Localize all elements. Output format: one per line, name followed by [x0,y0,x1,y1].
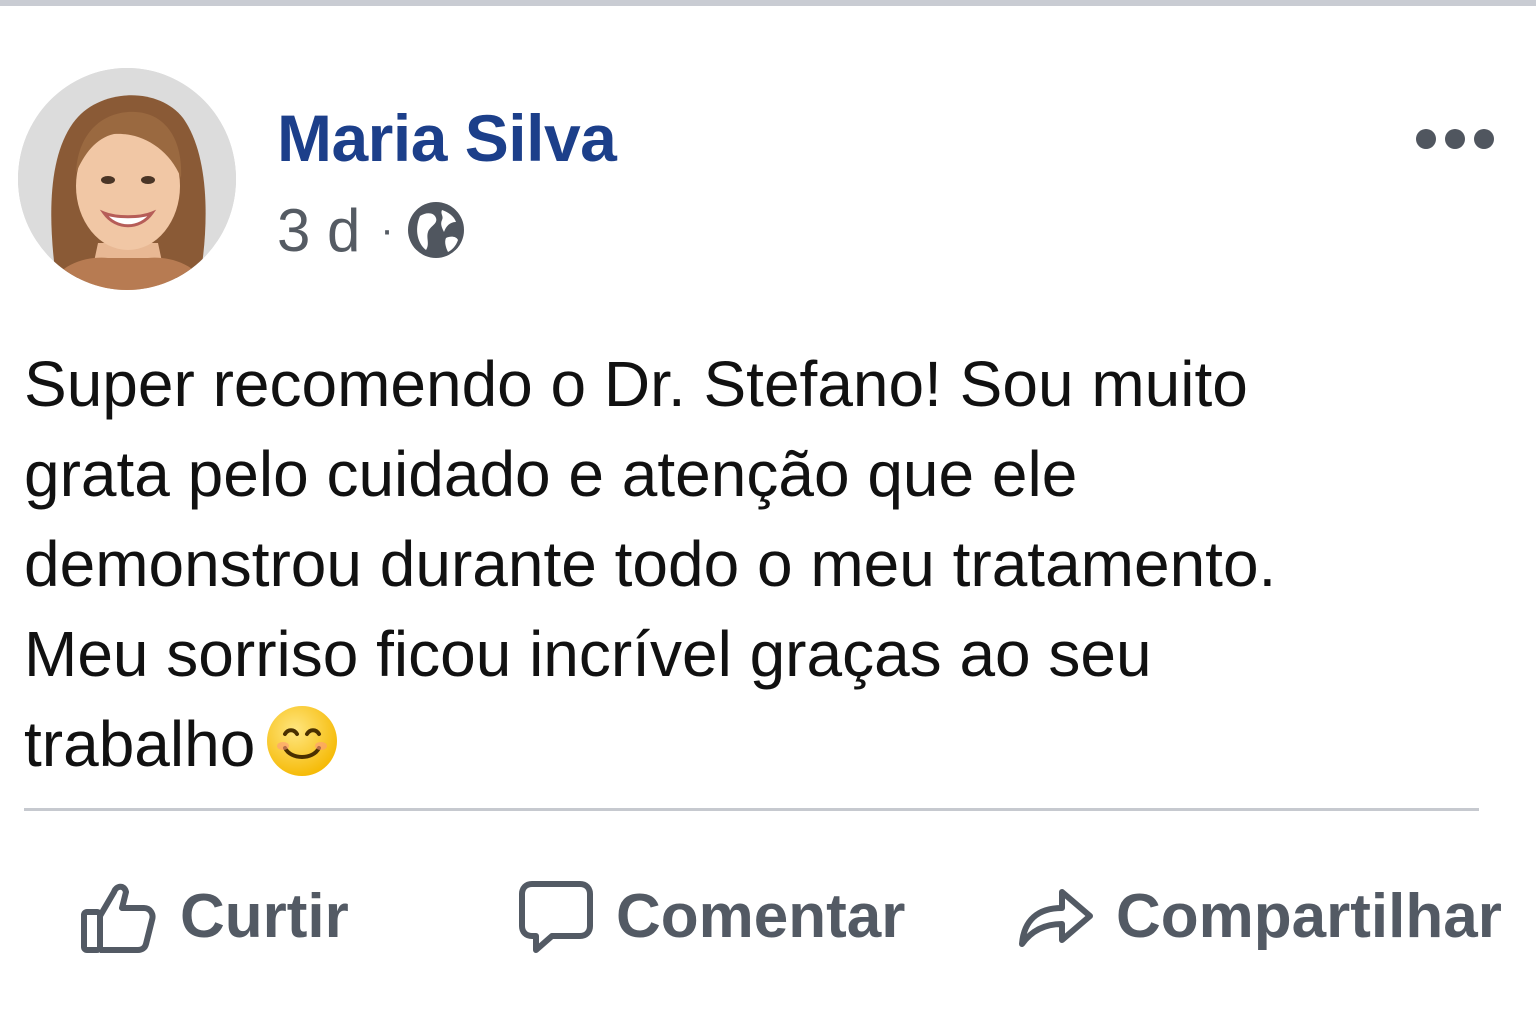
post-card: Maria Silva 3 d · Super recomendo o Dr. … [0,6,1536,1024]
more-options-icon[interactable] [1410,116,1500,162]
share-label: Compartilhar [1116,881,1502,951]
comment-button[interactable]: Comentar [518,846,905,986]
share-button[interactable]: Compartilhar [1018,846,1502,986]
divider [24,808,1479,811]
like-button[interactable]: Curtir [78,846,349,986]
meta-separator: · [380,207,394,252]
more-dot [1416,129,1436,149]
avatar-image [18,68,236,290]
post-text-line: grata pelo cuidado e atenção que ele [24,438,1078,510]
like-label: Curtir [180,881,349,951]
speech-bubble-icon [518,876,594,956]
more-dot [1445,129,1465,149]
globe-icon[interactable] [406,200,466,260]
share-arrow-icon [1018,876,1094,956]
author-name[interactable]: Maria Silva [277,100,617,176]
action-bar: Curtir Comentar Compartilhar [0,846,1536,986]
post-timestamp[interactable]: 3 d [277,196,360,265]
post-text-line: Super recomendo o Dr. Stefano! Sou muito [24,348,1248,420]
more-dot [1474,129,1494,149]
comment-label: Comentar [616,881,906,951]
smiling-face-icon [265,704,339,778]
thumbs-up-icon [78,876,158,956]
post-text: Super recomendo o Dr. Stefano! Sou muito… [24,339,1494,789]
post-text-last-line: trabalho [24,699,1494,789]
post-text-line: Meu sorriso ficou incrível graças ao seu [24,618,1152,690]
post-meta: 3 d · [277,196,466,265]
post-text-line: trabalho [24,708,256,780]
post-text-line: demonstrou durante todo o meu tratamento… [24,528,1277,600]
avatar[interactable] [18,68,236,290]
